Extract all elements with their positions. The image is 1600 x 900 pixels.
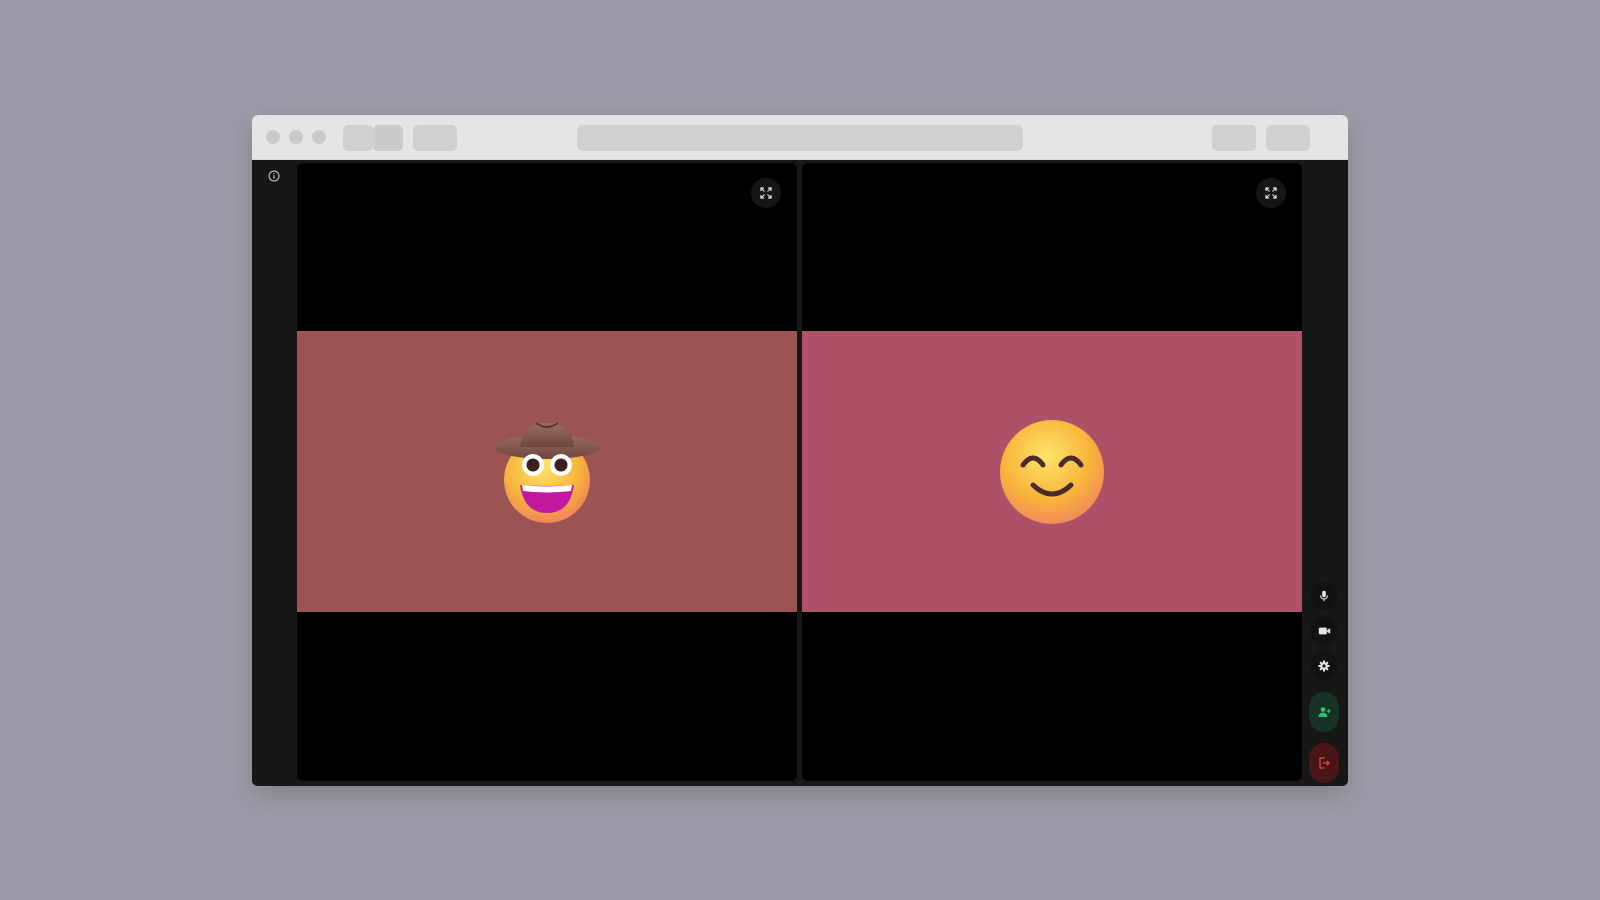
fullscreen-icon — [760, 187, 772, 199]
microphone-button[interactable] — [1310, 582, 1338, 610]
share-button[interactable] — [1212, 125, 1256, 151]
browser-window — [252, 115, 1348, 786]
browser-toolbar — [252, 115, 1348, 160]
video-call-app — [252, 160, 1348, 786]
address-bar[interactable] — [577, 125, 1023, 151]
info-button[interactable] — [264, 166, 284, 186]
fullscreen-button[interactable] — [1256, 178, 1286, 208]
add-person-icon — [1318, 707, 1331, 717]
minimize-dot[interactable] — [289, 130, 303, 144]
settings-button[interactable] — [1310, 652, 1338, 680]
back-button[interactable] — [343, 125, 373, 151]
video-camera-icon — [1318, 627, 1330, 635]
cowboy-face-emoji — [494, 421, 600, 523]
gear-icon — [1318, 660, 1330, 672]
participant-tile — [297, 163, 797, 781]
microphone-icon — [1320, 590, 1328, 602]
info-icon — [268, 170, 280, 182]
participant-video — [802, 331, 1302, 612]
leave-icon — [1319, 757, 1330, 769]
participant-tile — [802, 163, 1302, 781]
invite-button[interactable] — [1309, 692, 1339, 732]
sidebar-toggle-button[interactable] — [413, 125, 457, 151]
leave-button[interactable] — [1309, 743, 1339, 783]
camera-button[interactable] — [1310, 617, 1338, 645]
close-dot[interactable] — [266, 130, 280, 144]
fullscreen-button[interactable] — [751, 178, 781, 208]
tabs-button[interactable] — [1266, 125, 1310, 151]
forward-button[interactable] — [373, 125, 403, 151]
participant-video — [297, 331, 797, 612]
smiling-face-emoji — [1000, 419, 1104, 524]
fullscreen-icon — [1265, 187, 1277, 199]
zoom-dot[interactable] — [312, 130, 326, 144]
